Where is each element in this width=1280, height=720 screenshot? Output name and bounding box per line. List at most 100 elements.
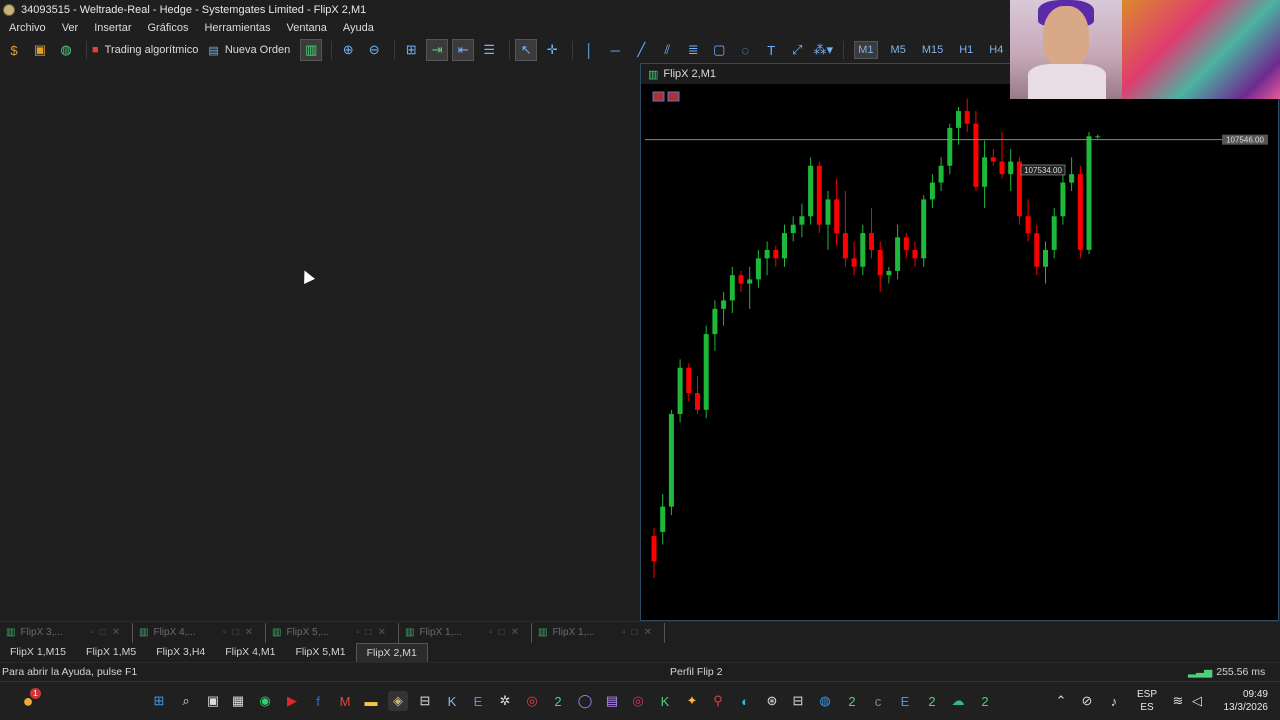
clock[interactable]: 09:49 13/3/2026 [1212,688,1269,714]
depth-of-market-icon[interactable] [667,91,680,102]
window-controls-icon[interactable]: ▫□✕ [489,627,525,638]
language-indicator[interactable]: ESP ES [1137,688,1157,714]
zoom-out-icon[interactable]: ⊖ [363,39,385,61]
minimized-window[interactable]: ▥ FlipX 3,... ▫□✕ [0,622,133,643]
timeframe-m5[interactable]: M5 [888,42,909,58]
window-controls-icon[interactable]: ▫□✕ [356,627,392,638]
tab-flipx1-m15[interactable]: FlipX 1,M15 [0,643,76,662]
app-icon[interactable]: 2 [922,691,942,711]
cursor-tool-icon[interactable]: ↖ [515,39,538,61]
zoom-in-icon[interactable]: ⊕ [337,39,359,61]
chart-shift-icon[interactable]: ⇤ [452,39,475,61]
menu-graficos[interactable]: Gráficos [148,22,189,34]
app-icon[interactable]: K [655,691,675,711]
connection-status[interactable]: ▂▃▅ 255.56 ms [1188,666,1265,678]
start-icon[interactable]: ⊞ [149,691,169,711]
app-icon[interactable]: E [468,691,488,711]
timeframe-m1[interactable]: M1 [854,41,878,59]
menu-ventana[interactable]: Ventana [287,22,327,34]
microphone-icon[interactable]: ♪ [1104,691,1124,711]
shapes-icon[interactable]: ▢ [708,39,730,61]
market-bag-icon[interactable]: ▣ [29,39,51,61]
price-chart[interactable]: 107546.00 107534.00 [641,85,1278,620]
app-icon[interactable]: ⊟ [415,691,435,711]
facebook-icon[interactable]: f [308,691,328,711]
tab-flipx2-m1[interactable]: FlipX 2,M1 [355,643,428,662]
timeframe-m15[interactable]: M15 [919,42,946,58]
wifi-icon[interactable]: ≋ [1168,691,1188,711]
minimized-window[interactable]: ▥ FlipX 5,... ▫□✕ [266,622,399,643]
volume-icon[interactable]: ◁ [1187,691,1207,711]
app-icon[interactable]: K [442,691,462,711]
ellipse-icon[interactable]: ◌ [734,39,756,61]
menu-herramientas[interactable]: Herramientas [204,22,270,34]
app-icon[interactable]: ☁ [948,691,968,711]
app-icon[interactable]: E [895,691,915,711]
gmail-icon[interactable]: M [335,691,355,711]
app-icon[interactable]: ◯ [575,691,595,711]
new-order-button[interactable]: ▤ Nueva Orden [208,44,290,57]
globe-icon[interactable]: ◍ [55,39,77,61]
timeframe-h4[interactable]: H4 [986,42,1006,58]
minimized-window[interactable]: ▥ FlipX 1,... ▫□✕ [399,622,532,643]
window-controls-icon[interactable]: ▫□✕ [622,627,658,638]
menu-insertar[interactable]: Insertar [94,22,131,34]
minimized-window[interactable]: ▥ FlipX 4,... ▫□✕ [133,622,266,643]
algo-trading-button[interactable]: ■ Trading algorítmico [92,44,198,56]
app-icon[interactable]: 2 [548,691,568,711]
app-icon[interactable]: ✲ [495,691,515,711]
channel-icon[interactable]: ⫽ [656,39,678,61]
weather-widget-icon[interactable]: ● 1 [18,688,41,711]
horizontal-line-icon[interactable]: ─ [604,39,626,61]
file-explorer-icon[interactable]: ▬ [361,691,381,711]
app-icon[interactable]: 2 [975,691,995,711]
vertical-line-icon[interactable]: │ [578,39,600,61]
app-icon[interactable]: ◎ [522,691,542,711]
minimized-window[interactable]: ▥ FlipX 1,... ▫□✕ [532,622,665,643]
search-icon[interactable]: ⌕ [176,691,196,711]
metatrader-icon[interactable]: ◈ [388,691,408,711]
menu-ayuda[interactable]: Ayuda [343,22,374,34]
microphone-app-icon[interactable]: ⚲ [708,691,728,711]
instagram-icon[interactable]: ◎ [628,691,648,711]
app-icon[interactable]: ▤ [602,691,622,711]
tab-flipx3-h4[interactable]: FlipX 3,H4 [146,643,215,662]
tile-windows-icon[interactable]: ⊞ [400,39,422,61]
task-view-icon[interactable]: ▣ [203,691,223,711]
app-icon[interactable]: c [868,691,888,711]
tray-chevron-icon[interactable]: ⌃ [1051,691,1071,711]
one-click-trading-icon[interactable] [652,91,665,102]
tray-app-icon[interactable]: ⊘ [1077,691,1097,711]
whatsapp-icon[interactable]: ◉ [255,691,275,711]
text-tool-icon[interactable]: T [760,39,782,61]
app-icon[interactable]: 2 [842,691,862,711]
youtube-icon[interactable]: ▶ [282,691,302,711]
candlestick-chart-icon[interactable]: ▥ [300,39,323,61]
edge-icon[interactable]: ◐ [735,691,755,711]
arrows-tool-icon[interactable]: ⤢ [786,39,808,61]
store-icon[interactable]: ▦ [228,691,248,711]
fibonacci-icon[interactable]: ≣ [682,39,704,61]
auto-scroll-icon[interactable]: ⇥ [426,39,449,61]
chart-window[interactable]: ▥ FlipX 2,M1 107546.00 107534.00 [640,63,1279,621]
app-icon[interactable]: ⊛ [762,691,782,711]
status-profile[interactable]: Perfil Flip 2 [670,666,723,678]
tab-flipx4-m1[interactable]: FlipX 4,M1 [215,643,285,662]
trend-line-icon[interactable]: ╱ [630,39,652,61]
window-controls-icon[interactable]: ▫□✕ [90,627,126,638]
indicators-icon[interactable]: ☰ [478,39,500,61]
menu-ver[interactable]: Ver [62,22,79,34]
wallet-icon[interactable]: $ [3,39,25,61]
window-controls-icon[interactable]: ▫□✕ [223,627,259,638]
app-icon[interactable]: ◍ [815,691,835,711]
candle-bear [686,367,692,393]
menu-archivo[interactable]: Archivo [9,22,46,34]
crosshair-icon[interactable]: ✛ [541,39,563,61]
timeframe-h1[interactable]: H1 [956,42,976,58]
tab-flipx5-m1[interactable]: FlipX 5,M1 [285,643,355,662]
app-icon[interactable]: ✦ [682,691,702,711]
minimized-window-title: FlipX 1,... [419,627,462,638]
app-icon[interactable]: ⊟ [788,691,808,711]
tab-flipx1-m5[interactable]: FlipX 1,M5 [76,643,146,662]
objects-menu-icon[interactable]: ⁂▾ [812,39,834,61]
